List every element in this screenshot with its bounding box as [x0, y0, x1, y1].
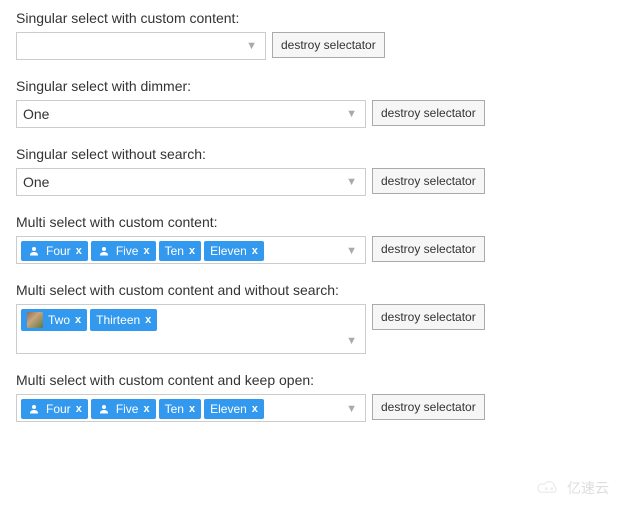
section-singular-dimmer: Singular select with dimmer: One ▼ destr… — [16, 78, 609, 128]
tag-remove-icon[interactable]: x — [189, 404, 195, 415]
person-icon — [27, 402, 41, 416]
tag-remove-icon[interactable]: x — [145, 315, 151, 326]
tag-ten[interactable]: Ten x — [159, 399, 201, 419]
destroy-button[interactable]: destroy selectator — [372, 100, 485, 126]
tag-four[interactable]: Four x — [21, 241, 88, 261]
tag-two[interactable]: Two x — [21, 309, 87, 331]
tag-remove-icon[interactable]: x — [76, 404, 82, 415]
multi-select[interactable]: Two x Thirteen x ▼ — [16, 304, 366, 354]
chevron-down-icon: ▼ — [342, 245, 361, 257]
tag-eleven[interactable]: Eleven x — [204, 241, 264, 261]
destroy-button[interactable]: destroy selectator — [372, 236, 485, 262]
tag-remove-icon[interactable]: x — [76, 246, 82, 257]
control-row: Four x Five x Ten x Eleven x ▼ des — [16, 236, 609, 264]
select-value: One — [23, 174, 342, 190]
watermark-text: 亿速云 — [567, 478, 609, 498]
chevron-down-icon: ▼ — [242, 40, 261, 52]
tag-label: Five — [116, 403, 139, 415]
tag-list: Four x Five x Ten x Eleven x — [21, 399, 342, 419]
tag-remove-icon[interactable]: x — [189, 246, 195, 257]
tag-list: Four x Five x Ten x Eleven x — [21, 241, 342, 261]
destroy-button[interactable]: destroy selectator — [372, 394, 485, 420]
control-row: Two x Thirteen x ▼ destroy selectator — [16, 304, 609, 354]
tag-five[interactable]: Five x — [91, 399, 156, 419]
tag-remove-icon[interactable]: x — [143, 246, 149, 257]
tag-label: Eleven — [210, 245, 247, 257]
section-singular-custom-content: Singular select with custom content: ▼ d… — [16, 10, 609, 60]
watermark: 亿速云 — [535, 478, 609, 498]
tag-ten[interactable]: Ten x — [159, 241, 201, 261]
tag-remove-icon[interactable]: x — [252, 246, 258, 257]
select-dropdown[interactable]: ▼ — [16, 32, 266, 60]
avatar-icon — [27, 312, 43, 328]
section-label: Singular select with dimmer: — [16, 78, 609, 94]
tag-five[interactable]: Five x — [91, 241, 156, 261]
section-singular-no-search: Singular select without search: One ▼ de… — [16, 146, 609, 196]
control-row: Four x Five x Ten x Eleven x ▼ des — [16, 394, 609, 422]
control-row: One ▼ destroy selectator — [16, 168, 609, 196]
chevron-down-icon: ▼ — [342, 108, 361, 120]
select-dropdown[interactable]: One ▼ — [16, 168, 366, 196]
tag-remove-icon[interactable]: x — [75, 315, 81, 326]
tag-label: Thirteen — [96, 314, 140, 326]
section-multi-custom-content: Multi select with custom content: Four x… — [16, 214, 609, 264]
person-icon — [27, 244, 41, 258]
control-row: ▼ destroy selectator — [16, 32, 609, 60]
cloud-icon — [535, 479, 563, 497]
tag-remove-icon[interactable]: x — [252, 404, 258, 415]
tag-label: Four — [46, 403, 71, 415]
tag-label: Four — [46, 245, 71, 257]
multi-select[interactable]: Four x Five x Ten x Eleven x ▼ — [16, 394, 366, 422]
person-icon — [97, 402, 111, 416]
tag-eleven[interactable]: Eleven x — [204, 399, 264, 419]
tag-label: Five — [116, 245, 139, 257]
destroy-button[interactable]: destroy selectator — [272, 32, 385, 58]
multi-select[interactable]: Four x Five x Ten x Eleven x ▼ — [16, 236, 366, 264]
tag-label: Ten — [165, 403, 184, 415]
tag-list: Two x Thirteen x — [21, 309, 342, 331]
tag-label: Eleven — [210, 403, 247, 415]
section-label: Singular select without search: — [16, 146, 609, 162]
destroy-button[interactable]: destroy selectator — [372, 168, 485, 194]
section-multi-no-search: Multi select with custom content and wit… — [16, 282, 609, 354]
tag-label: Ten — [165, 245, 184, 257]
chevron-down-icon: ▼ — [342, 335, 361, 347]
person-icon — [97, 244, 111, 258]
chevron-down-icon: ▼ — [342, 176, 361, 188]
section-multi-keep-open: Multi select with custom content and kee… — [16, 372, 609, 422]
tag-remove-icon[interactable]: x — [143, 404, 149, 415]
select-value: One — [23, 106, 342, 122]
tag-label: Two — [48, 314, 70, 326]
control-row: One ▼ destroy selectator — [16, 100, 609, 128]
section-label: Multi select with custom content and wit… — [16, 282, 609, 298]
section-label: Multi select with custom content: — [16, 214, 609, 230]
tag-four[interactable]: Four x — [21, 399, 88, 419]
select-dropdown[interactable]: One ▼ — [16, 100, 366, 128]
destroy-button[interactable]: destroy selectator — [372, 304, 485, 330]
section-label: Singular select with custom content: — [16, 10, 609, 26]
section-label: Multi select with custom content and kee… — [16, 372, 609, 388]
tag-thirteen[interactable]: Thirteen x — [90, 309, 157, 331]
chevron-down-icon: ▼ — [342, 403, 361, 415]
